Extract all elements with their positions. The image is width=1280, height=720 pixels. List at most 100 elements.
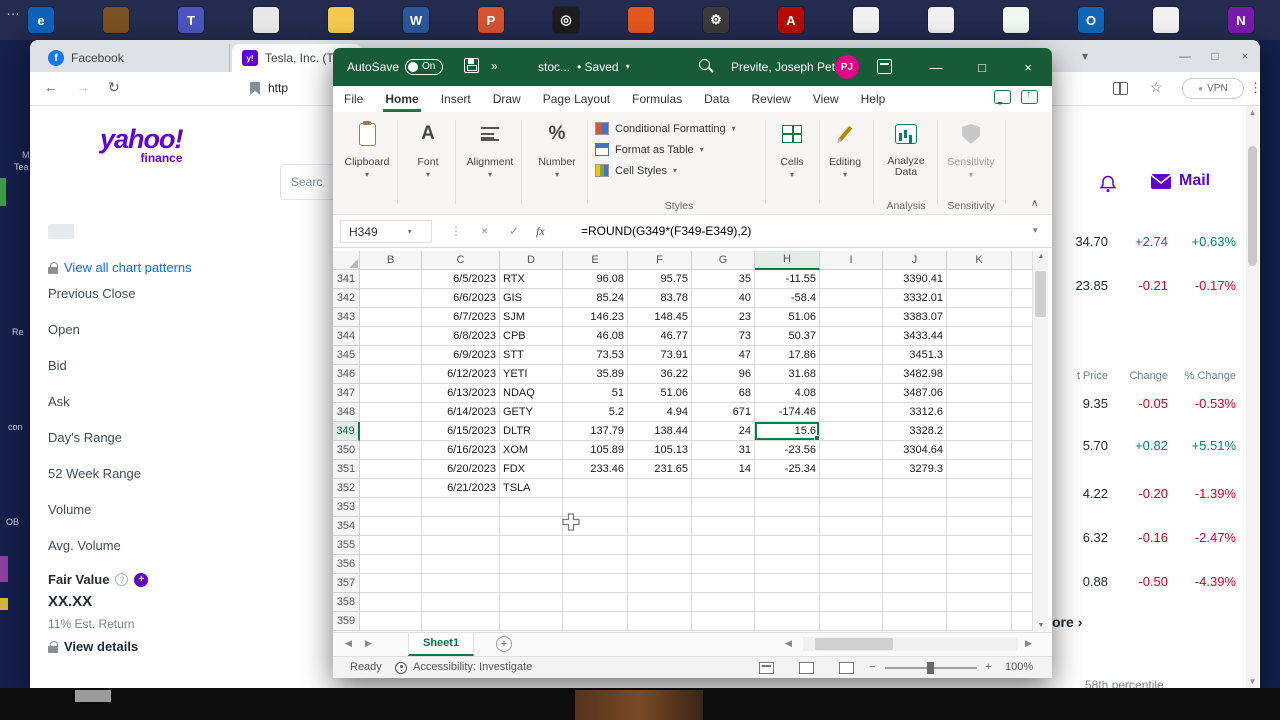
cell-B350[interactable]	[360, 441, 422, 460]
cell-B358[interactable]	[360, 593, 422, 612]
cell-G343[interactable]: 23	[692, 308, 755, 327]
cell-K351[interactable]	[947, 460, 1012, 479]
add-sheet-icon[interactable]: +	[496, 636, 512, 652]
scrollbar-thumb[interactable]	[815, 638, 893, 650]
cell-B351[interactable]	[360, 460, 422, 479]
cell-C355[interactable]	[422, 536, 500, 555]
cell-J358[interactable]	[883, 593, 947, 612]
avatar[interactable]: PJ	[835, 55, 859, 79]
cell-G355[interactable]	[692, 536, 755, 555]
share-icon[interactable]	[1021, 89, 1038, 104]
cell-D352[interactable]: TSLA	[500, 479, 563, 498]
cell-C358[interactable]	[422, 593, 500, 612]
cell-D342[interactable]: GIS	[500, 289, 563, 308]
table-row[interactable]: 352 6/21/2023 TSLA	[333, 479, 1032, 498]
column-header-I[interactable]: I	[820, 251, 883, 270]
cell-K353[interactable]	[947, 498, 1012, 517]
close-icon[interactable]: ×	[1230, 49, 1260, 63]
font-group-button[interactable]: A Font ▾	[404, 116, 452, 179]
cell-C356[interactable]	[422, 555, 500, 574]
refresh-icon[interactable]: ↻	[108, 79, 120, 96]
zoom-slider-thumb[interactable]	[927, 662, 934, 674]
cell-F352[interactable]	[628, 479, 692, 498]
comments-icon[interactable]	[994, 90, 1011, 105]
cell-J344[interactable]: 3433.44	[883, 327, 947, 346]
cell-I342[interactable]	[820, 289, 883, 308]
bookmark-icon[interactable]	[250, 82, 260, 95]
row-header-358[interactable]: 358	[333, 593, 360, 612]
table-row[interactable]: 349 6/15/2023 DLTR 137.79 138.44 24 15.6 3328.2	[333, 422, 1032, 441]
cell-C351[interactable]: 6/20/2023	[422, 460, 500, 479]
cell-B354[interactable]	[360, 517, 422, 536]
cell-J352[interactable]	[883, 479, 947, 498]
ribbon-tab-help[interactable]: Help	[850, 86, 897, 112]
cell-D356[interactable]	[500, 555, 563, 574]
cell-B345[interactable]	[360, 346, 422, 365]
alignment-group-button[interactable]: Alignment ▾	[466, 116, 514, 179]
document-title[interactable]: stoc... • Saved ▾	[538, 60, 630, 74]
cell-F349[interactable]: 138.44	[628, 422, 692, 441]
cell-G341[interactable]: 35	[692, 270, 755, 289]
cell-E356[interactable]	[563, 555, 628, 574]
cell-C353[interactable]	[422, 498, 500, 517]
scrollbar-thumb[interactable]	[1035, 271, 1046, 317]
cell-E344[interactable]: 46.08	[563, 327, 628, 346]
cell-C357[interactable]	[422, 574, 500, 593]
cell-H356[interactable]	[755, 555, 820, 574]
cell-G347[interactable]: 68	[692, 384, 755, 403]
column-header-H[interactable]: H	[755, 251, 820, 270]
insert-function-icon[interactable]: fx	[536, 224, 545, 239]
analyze-data-button[interactable]: Analyze Data	[878, 116, 934, 178]
ribbon-tab-review[interactable]: Review	[740, 86, 801, 112]
cell-J357[interactable]	[883, 574, 947, 593]
edge-icon[interactable]: e	[28, 7, 54, 33]
worksheet-grid[interactable]: B C D E F G H I J K 341 6/5/2023 RTX 96.08 95.75 35 -11.…	[333, 251, 1032, 631]
cell-C347[interactable]: 6/13/2023	[422, 384, 500, 403]
cell-J355[interactable]	[883, 536, 947, 555]
cell-I344[interactable]	[820, 327, 883, 346]
cell-K357[interactable]	[947, 574, 1012, 593]
ribbon-tab-insert[interactable]: Insert	[430, 86, 482, 112]
teams-icon[interactable]: T	[178, 7, 204, 33]
number-group-button[interactable]: % Number ▾	[533, 116, 581, 179]
column-header-E[interactable]: E	[563, 251, 628, 270]
cell-B355[interactable]	[360, 536, 422, 555]
search-icon[interactable]	[699, 59, 710, 70]
cell-B353[interactable]	[360, 498, 422, 517]
autosave-toggle[interactable]: On	[405, 59, 443, 75]
zoom-level[interactable]: 100%	[1005, 661, 1033, 673]
table-row[interactable]: 354	[333, 517, 1032, 536]
cell-J348[interactable]: 3312.6	[883, 403, 947, 422]
cell-H342[interactable]: -58.4	[755, 289, 820, 308]
doc-white-icon[interactable]	[1153, 7, 1179, 33]
settings-icon[interactable]: ⚙	[703, 7, 729, 33]
select-all-corner[interactable]	[333, 251, 360, 270]
table-row[interactable]: 357	[333, 574, 1032, 593]
ribbon-tab-formulas[interactable]: Formulas	[621, 86, 693, 112]
back-icon[interactable]: ←	[44, 79, 58, 95]
cell-G354[interactable]	[692, 517, 755, 536]
cell-D345[interactable]: STT	[500, 346, 563, 365]
cell-I348[interactable]	[820, 403, 883, 422]
row-header-342[interactable]: 342	[333, 289, 360, 308]
cell-E351[interactable]: 233.46	[563, 460, 628, 479]
cell-C342[interactable]: 6/6/2023	[422, 289, 500, 308]
cell-F354[interactable]	[628, 517, 692, 536]
table-row[interactable]: 351 6/20/2023 FDX 233.46 231.65 14 -25.34 3279.…	[333, 460, 1032, 479]
cell-K354[interactable]	[947, 517, 1012, 536]
cell-D349[interactable]: DLTR	[500, 422, 563, 441]
word-icon[interactable]: W	[403, 7, 429, 33]
cell-F346[interactable]: 36.22	[628, 365, 692, 384]
cell-H346[interactable]: 31.68	[755, 365, 820, 384]
cell-H351[interactable]: -25.34	[755, 460, 820, 479]
flame-icon[interactable]	[628, 7, 654, 33]
row-header-343[interactable]: 343	[333, 308, 360, 327]
cell-B357[interactable]	[360, 574, 422, 593]
maximize-button[interactable]: □	[959, 48, 1005, 86]
cell-G359[interactable]	[692, 612, 755, 631]
favorites-star-icon[interactable]: ☆	[1150, 79, 1163, 96]
cell-F355[interactable]	[628, 536, 692, 555]
column-header-G[interactable]: G	[692, 251, 755, 270]
row-header-352[interactable]: 352	[333, 479, 360, 498]
table-row[interactable]: 356	[333, 555, 1032, 574]
